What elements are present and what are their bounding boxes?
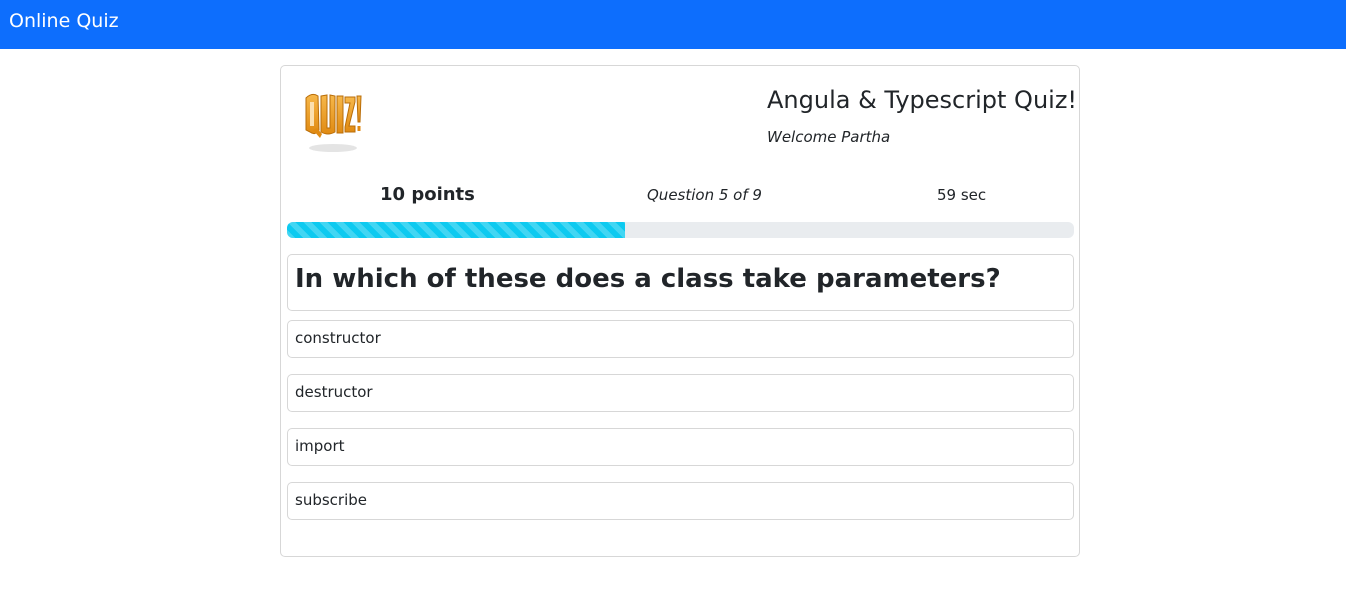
- quiz-logo: [303, 86, 363, 156]
- option-destructor[interactable]: destructor: [287, 374, 1074, 412]
- navbar: Online Quiz: [0, 0, 1346, 49]
- progress-track: [287, 222, 1074, 238]
- timer-display: 59 sec: [937, 186, 987, 204]
- quiz-card: Angula & Typescript Quiz! Welcome Partha…: [280, 65, 1080, 557]
- quiz-title: Angula & Typescript Quiz!: [767, 86, 1078, 114]
- question-counter: Question 5 of 9: [647, 186, 762, 204]
- option-subscribe[interactable]: subscribe: [287, 482, 1074, 520]
- welcome-message: Welcome Partha: [767, 128, 891, 146]
- navbar-brand[interactable]: Online Quiz: [9, 10, 119, 32]
- option-import[interactable]: import: [287, 428, 1074, 466]
- quiz-logo-icon: [305, 93, 362, 152]
- option-constructor[interactable]: constructor: [287, 320, 1074, 358]
- points-display: 10 points: [380, 184, 475, 205]
- progress-bar: [287, 222, 626, 238]
- question-text: In which of these does a class take para…: [287, 254, 1074, 311]
